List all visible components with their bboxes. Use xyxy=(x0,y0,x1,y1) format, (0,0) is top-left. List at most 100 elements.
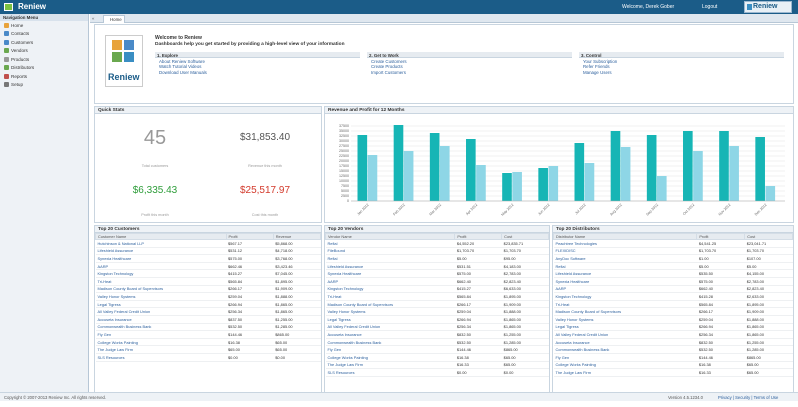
row-name-link[interactable]: All Valley Federal Credit Union xyxy=(325,323,455,332)
row-name-link[interactable]: Madison County Board of Supervisors xyxy=(95,285,226,294)
row-name-link[interactable]: Madison County Board of Supervisors xyxy=(325,300,455,309)
row-name-link[interactable]: Commonwealth Business Bank xyxy=(553,345,697,354)
welcome-link[interactable]: Download User Manuals xyxy=(155,70,360,75)
welcome-link[interactable]: Watch Tutorial Videos xyxy=(155,64,360,69)
row-name-link[interactable]: Synexia Healthcare xyxy=(553,277,697,286)
row-name-link[interactable]: Accuseta Insurance xyxy=(553,338,697,347)
bar-series-1[interactable] xyxy=(656,176,667,201)
row-name-link[interactable]: Legal Tigress xyxy=(95,300,226,309)
row-name-link[interactable]: Synexia Healthcare xyxy=(95,254,226,263)
bar-series-1[interactable] xyxy=(439,146,450,201)
welcome-link[interactable]: Import Customers xyxy=(367,70,572,75)
bar-series-1[interactable] xyxy=(548,166,559,201)
row-name-link[interactable]: Valley Honor Systems xyxy=(553,315,697,324)
row-name-link[interactable]: All Valley Federal Credit Union xyxy=(95,307,226,316)
bar-series-1[interactable] xyxy=(620,147,631,201)
row-name-link[interactable]: Fly Gen xyxy=(95,330,226,339)
row-name-link[interactable]: Commonwealth Business Bank xyxy=(325,338,455,347)
tab-home[interactable]: Home xyxy=(103,15,125,23)
bar-series-1[interactable] xyxy=(693,151,703,201)
row-name-link[interactable]: Refial xyxy=(325,239,455,248)
bar-series-0[interactable] xyxy=(502,173,512,201)
row-name-link[interactable]: Accuseta Insurance xyxy=(325,330,455,339)
row-name-link[interactable]: Peachtree Technologies xyxy=(553,239,697,248)
row-value: $266.94 xyxy=(696,323,745,332)
bar-series-1[interactable] xyxy=(512,172,522,201)
row-name-link[interactable]: Valley Honor Systems xyxy=(325,307,455,316)
sidebar-item-home[interactable]: Home xyxy=(0,21,88,30)
row-name-link[interactable]: Kingston Technology xyxy=(553,292,697,301)
row-name-link[interactable]: The Judge Law Firm xyxy=(325,361,455,370)
row-name-link[interactable]: AARP xyxy=(325,277,455,286)
welcome-link[interactable]: Create Customers xyxy=(367,59,572,64)
row-name-link[interactable]: Legal Tigress xyxy=(325,315,455,324)
bar-series-1[interactable] xyxy=(476,165,486,201)
bar-series-0[interactable] xyxy=(466,139,476,201)
welcome-link[interactable]: About Reniew Software xyxy=(155,59,360,64)
row-name-link[interactable]: Refial xyxy=(325,254,455,263)
sidebar-item-customers[interactable]: Customers xyxy=(0,38,88,47)
row-name-link[interactable]: Fly Gen xyxy=(553,353,697,362)
row-name-link[interactable]: Lifeshield Assurance xyxy=(325,262,455,271)
row-name-link[interactable]: Valley Honor Systems xyxy=(95,292,226,301)
row-name-link[interactable]: Accuseta Insurance xyxy=(95,315,226,324)
sidebar-item-reports[interactable]: Reports xyxy=(0,72,88,81)
bar-series-1[interactable] xyxy=(403,151,414,201)
row-name-link[interactable]: Madison County Board of Supervisors xyxy=(553,307,697,316)
row-name-link[interactable]: All Valley Federal Credit Union xyxy=(553,330,697,339)
bar-series-1[interactable] xyxy=(729,146,739,201)
bar-series-0[interactable] xyxy=(755,137,765,201)
row-name-link[interactable]: Hutchinson & National LLP xyxy=(95,239,226,248)
row-value: $16.33 xyxy=(696,368,745,377)
row-name-link[interactable]: Legal Tigress xyxy=(553,323,697,332)
bar-series-0[interactable] xyxy=(429,133,440,201)
bar-series-0[interactable] xyxy=(610,131,621,201)
sidebar-item-setup[interactable]: Setup xyxy=(0,81,88,90)
row-name-link[interactable]: College Works Painting xyxy=(95,338,226,347)
sidebar-item-contacts[interactable]: Contacts xyxy=(0,30,88,39)
bar-series-0[interactable] xyxy=(574,143,585,201)
row-name-link[interactable]: AARP xyxy=(95,262,226,271)
row-name-link[interactable]: Commonwealth Business Bank xyxy=(95,323,226,332)
bar-series-1[interactable] xyxy=(765,186,776,201)
row-name-link[interactable]: AnyDoc Software xyxy=(553,254,697,263)
welcome-link[interactable]: Your Subscription xyxy=(579,59,784,64)
row-name-link[interactable]: Tri-Heat xyxy=(95,277,226,286)
row-name-link[interactable]: Refial xyxy=(553,262,697,271)
bar-series-1[interactable] xyxy=(584,163,595,201)
welcome-link[interactable]: Manage Users xyxy=(579,70,784,75)
sidebar-item-products[interactable]: Products xyxy=(0,55,88,64)
row-name-link[interactable]: The Judge Law Firm xyxy=(553,368,697,377)
row-name-link[interactable]: Fly Gen xyxy=(325,345,455,354)
sidebar-item-vendors[interactable]: Vendors xyxy=(0,47,88,56)
row-name-link[interactable]: AARP xyxy=(553,285,697,294)
row-name-link[interactable]: College Works Painting xyxy=(325,353,455,362)
x-tick-label: Mar 2012 xyxy=(429,203,443,217)
bar-series-0[interactable] xyxy=(719,131,729,201)
bar-series-0[interactable] xyxy=(538,168,548,201)
collapse-icon[interactable]: « xyxy=(92,16,94,21)
row-name-link[interactable]: FileBound xyxy=(325,247,455,256)
row-name-link[interactable]: FLEXIDISC xyxy=(553,247,697,256)
bar-series-0[interactable] xyxy=(646,135,657,201)
row-name-link[interactable]: Tri-Heat xyxy=(325,292,455,301)
bar-series-0[interactable] xyxy=(683,131,693,201)
bar-series-1[interactable] xyxy=(367,155,378,201)
bar-series-0[interactable] xyxy=(357,135,368,201)
row-name-link[interactable]: Lifeshield Assurance xyxy=(95,247,226,256)
row-name-link[interactable]: Synexia Healthcare xyxy=(325,269,455,278)
row-name-link[interactable]: Kingston Technology xyxy=(95,269,226,278)
welcome-link[interactable]: Refer Friends xyxy=(579,64,784,69)
row-name-link[interactable]: Tri-Heat xyxy=(553,300,697,309)
row-name-link[interactable]: SLS Resources xyxy=(325,368,455,377)
welcome-link[interactable]: Create Products xyxy=(367,64,572,69)
bar-series-0[interactable] xyxy=(393,125,404,201)
row-name-link[interactable]: SLS Resources xyxy=(95,353,226,362)
row-name-link[interactable]: The Judge Law Firm xyxy=(95,345,226,354)
row-name-link[interactable]: Lifeshield Assurance xyxy=(553,269,697,278)
logout-link[interactable]: Logout xyxy=(702,4,717,10)
row-name-link[interactable]: College Works Painting xyxy=(553,361,697,370)
row-name-link[interactable]: Kingston Technology xyxy=(325,285,455,294)
sidebar-item-distributors[interactable]: Distributors xyxy=(0,64,88,73)
footer-links[interactable]: Privacy | Security | Terms of Use xyxy=(718,395,778,400)
